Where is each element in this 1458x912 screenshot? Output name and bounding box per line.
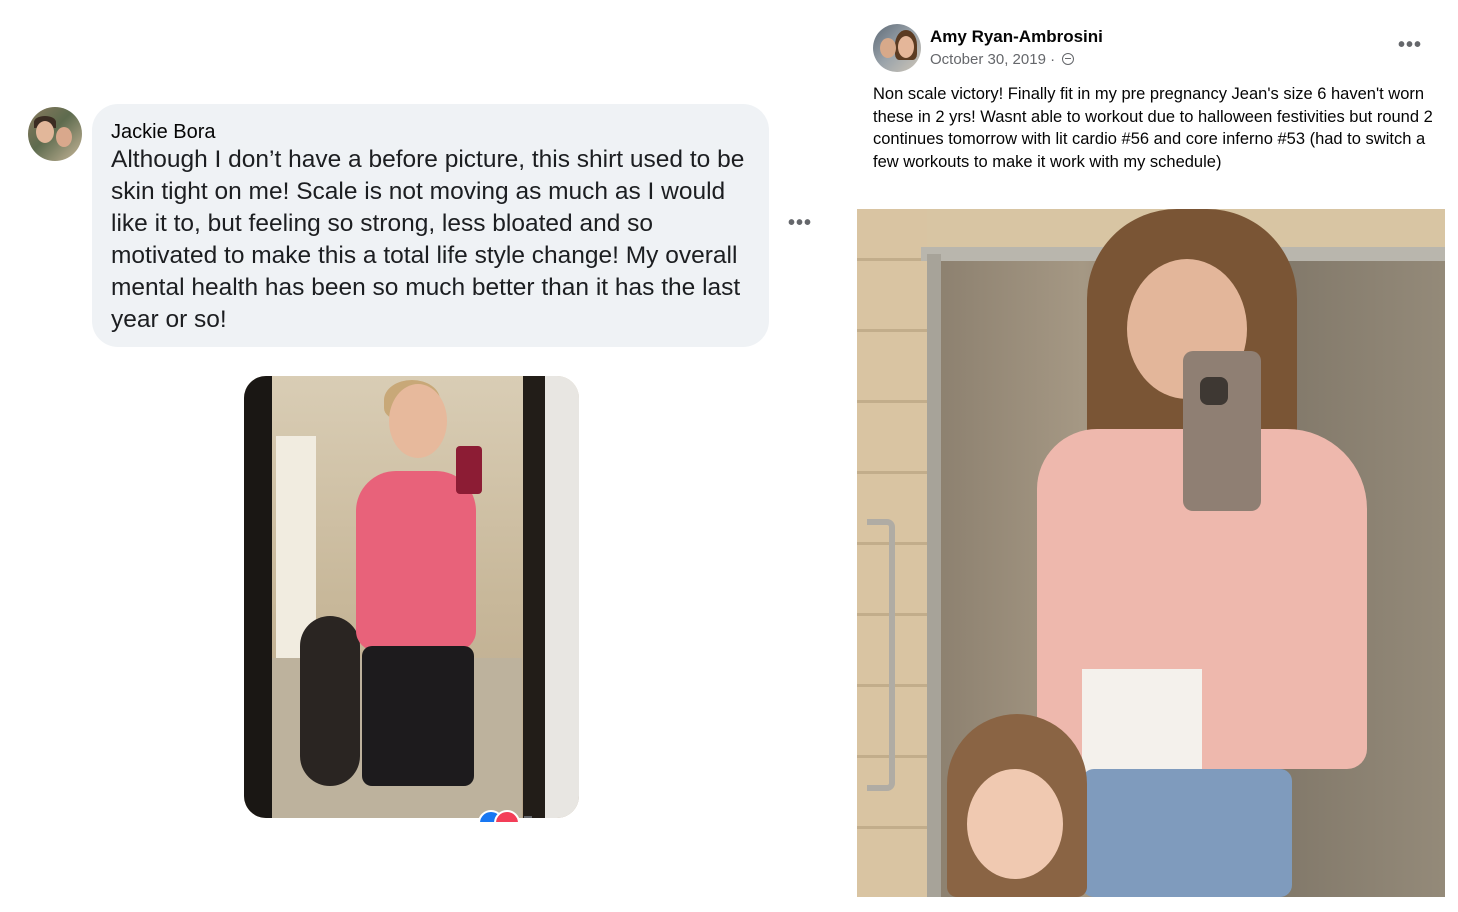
post-author-name[interactable]: Amy Ryan-Ambrosini	[930, 27, 1103, 47]
comment-reactions[interactable]	[478, 810, 568, 822]
comment-author-name[interactable]: Jackie Bora	[111, 120, 749, 144]
post-text: Non scale victory! Finally fit in my pre…	[873, 85, 1433, 171]
commenter-avatar[interactable]	[28, 107, 82, 161]
post-date[interactable]: October 30, 2019 ·	[930, 51, 1055, 68]
post-author-avatar[interactable]	[873, 24, 921, 72]
comment-photo[interactable]	[244, 376, 579, 818]
comment-bubble: Jackie Bora Although I don’t have a befo…	[92, 104, 769, 347]
comment-more-options-icon[interactable]: •••	[788, 213, 812, 233]
post-more-options-icon[interactable]: •••	[1398, 35, 1422, 55]
post-photo[interactable]	[857, 209, 1445, 897]
post-meta: October 30, 2019 ·	[930, 51, 1075, 68]
reaction-count-indicator	[524, 816, 532, 818]
globe-icon[interactable]	[1062, 53, 1075, 65]
comment-text: Although I don’t have a before picture, …	[111, 146, 745, 333]
